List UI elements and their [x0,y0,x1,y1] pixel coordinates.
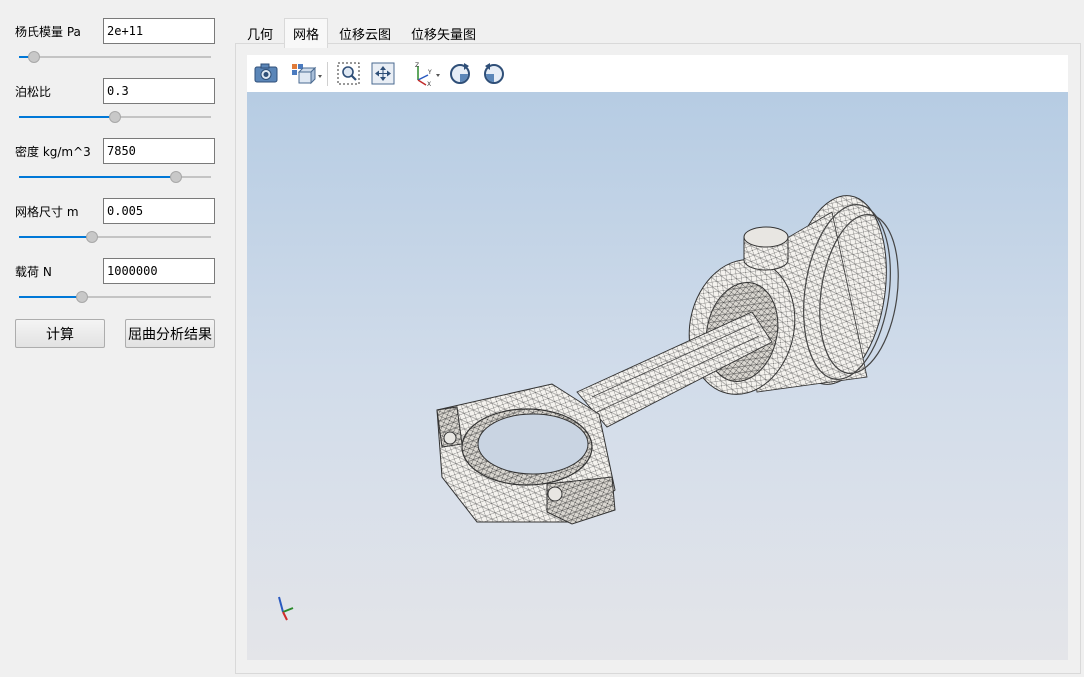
orientation-triad-icon [271,594,295,622]
youngs-modulus-slider[interactable] [19,50,211,64]
tab-geometry[interactable]: 几何 [238,18,282,48]
svg-text:Y: Y [427,69,432,76]
poisson-ratio-slider[interactable] [19,110,211,124]
svg-text:Z: Z [415,62,419,69]
tab-displacement-contour[interactable]: 位移云图 [330,18,400,48]
density-label: 密度 kg/m^3 [15,145,91,159]
rotate-cw-icon[interactable] [446,60,474,87]
slider-thumb[interactable] [76,291,89,303]
slider-fill [19,296,83,298]
mesh-size-label: 网格尺寸 m [15,205,79,219]
rotate-ccw-icon[interactable] [480,60,508,87]
density-input[interactable] [103,138,215,164]
buckling-results-button[interactable]: 屈曲分析结果 [125,319,215,348]
view-cube-icon[interactable] [289,60,323,87]
slider-fill [19,176,177,178]
viewer-toolbar: Z YX [247,55,1068,92]
compute-button[interactable]: 计算 [15,319,105,348]
slider-thumb[interactable] [85,231,98,243]
slider-fill [19,116,115,118]
axes-view-icon[interactable]: Z YX [410,60,442,88]
tab-mesh[interactable]: 网格 [284,18,329,48]
youngs-modulus-label: 杨氏模量 Pa [15,25,81,39]
load-slider[interactable] [19,290,211,304]
slider-thumb[interactable] [170,171,183,183]
density-slider[interactable] [19,170,211,184]
zoom-box-icon[interactable] [335,60,363,87]
slider-thumb[interactable] [109,111,121,123]
tab-displacement-vector[interactable]: 位移矢量图 [402,18,485,48]
poisson-ratio-input[interactable] [103,78,215,104]
connecting-rod-mesh-model [436,195,899,525]
load-input[interactable] [103,258,215,284]
mesh-size-input[interactable] [103,198,215,224]
fit-all-icon[interactable] [369,60,397,87]
youngs-modulus-input[interactable] [103,18,215,44]
poisson-ratio-label: 泊松比 [15,85,52,99]
camera-icon[interactable] [252,60,280,87]
mesh-size-slider[interactable] [19,230,211,244]
3d-viewport[interactable] [247,92,1068,660]
slider-fill [19,236,92,238]
load-label: 载荷 N [15,265,52,279]
tab-bar: 几何 网格 位移云图 位移矢量图 [238,18,487,48]
svg-text:X: X [427,81,431,87]
slider-thumb[interactable] [28,51,41,63]
